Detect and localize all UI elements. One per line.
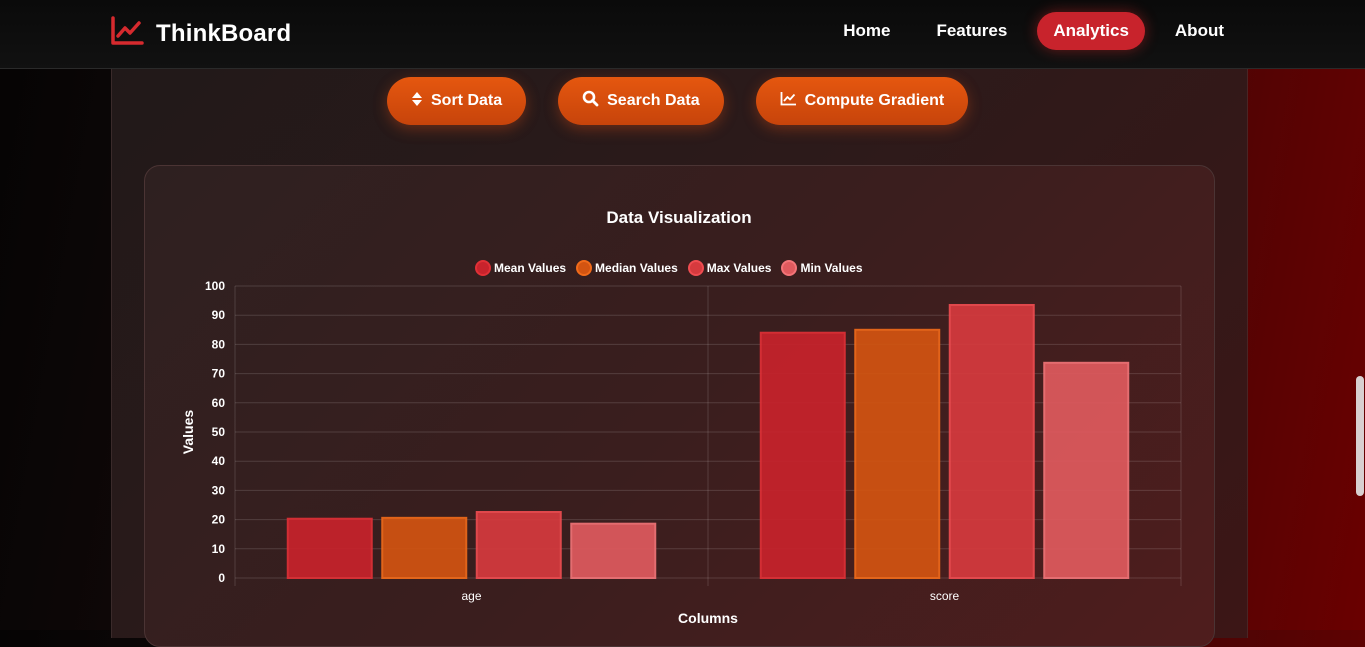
bar <box>381 516 468 580</box>
bar <box>1043 361 1130 579</box>
chart-line-icon <box>110 16 144 51</box>
brand-name: ThinkBoard <box>156 19 292 47</box>
x-axis-title: Columns <box>678 610 738 626</box>
y-tick-label: 80 <box>212 337 226 351</box>
y-tick-label: 100 <box>205 279 225 293</box>
bar <box>759 331 846 579</box>
nav-about[interactable]: About <box>1159 12 1240 50</box>
bar <box>854 328 941 579</box>
navbar: ThinkBoard Home Features Analytics About <box>0 0 1365 69</box>
y-tick-label: 60 <box>212 396 226 410</box>
y-tick-label: 90 <box>212 308 226 322</box>
nav-home[interactable]: Home <box>827 12 906 50</box>
y-tick-label: 20 <box>212 513 226 527</box>
y-axis-title: Values <box>180 410 196 455</box>
bar <box>286 517 373 579</box>
y-tick-label: 0 <box>218 571 225 585</box>
bar <box>475 511 562 579</box>
nav-analytics[interactable]: Analytics <box>1037 12 1145 50</box>
scrollbar-thumb[interactable] <box>1356 376 1364 496</box>
x-tick-label: score <box>930 589 960 603</box>
y-tick-label: 40 <box>212 454 226 468</box>
nav-links: Home Features Analytics About <box>827 12 1240 50</box>
y-tick-label: 30 <box>212 483 226 497</box>
bar-chart: 0 10 20 30 40 50 60 70 80 90 100 age score Columns Val… <box>180 279 1182 626</box>
bar <box>570 522 657 579</box>
bar <box>948 303 1035 579</box>
nav-features[interactable]: Features <box>920 12 1023 50</box>
y-tick-label: 10 <box>212 542 226 556</box>
y-tick-label: 70 <box>212 367 226 381</box>
x-tick-label: age <box>461 589 481 603</box>
brand[interactable]: ThinkBoard <box>110 16 291 51</box>
y-tick-label: 50 <box>212 425 226 439</box>
